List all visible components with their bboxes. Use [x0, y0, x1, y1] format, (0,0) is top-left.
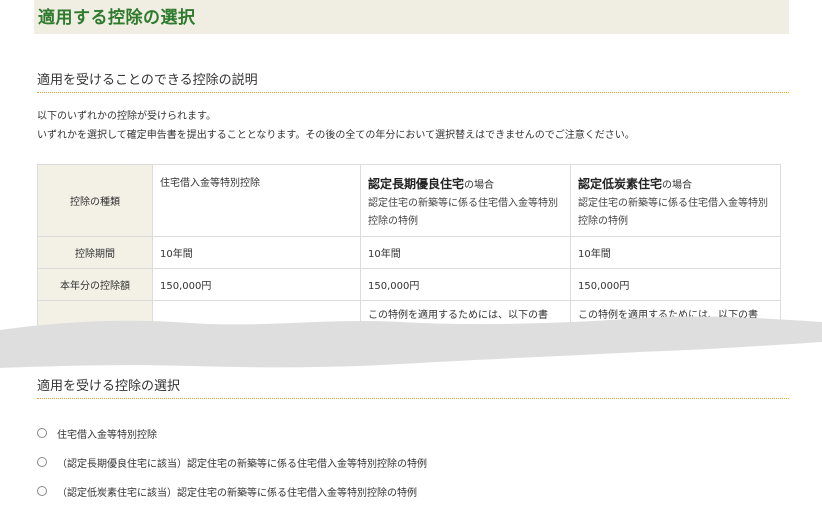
- row-label-type: 控除の種類: [37, 164, 153, 237]
- col1-name-cell: 住宅借入金等特別控除: [152, 164, 361, 237]
- col3-period: 10年間: [570, 236, 781, 269]
- radio-label: 住宅借入金等特別控除: [57, 429, 157, 441]
- selection-divider: [37, 398, 789, 399]
- col3-name-strong: 認定低炭素住宅: [578, 177, 663, 191]
- radio-option-long-term-quality[interactable]: （認定長期優良住宅に該当）認定住宅の新築等に係る住宅借入金等特別控除の特例: [37, 453, 427, 471]
- explanation-divider: [37, 92, 789, 93]
- selection-heading: 適用を受ける控除の選択: [37, 379, 181, 394]
- col1-note: [152, 300, 361, 341]
- col3-name-suffix: の場合: [662, 180, 693, 191]
- page-title: 適用する控除の選択: [38, 8, 196, 28]
- col2-note: この特例を適用するためには、以下の書: [368, 310, 548, 321]
- col1-period: 10年間: [152, 236, 361, 269]
- col2-note-cell: この特例を適用するためには、以下の書: [360, 300, 571, 341]
- radio-label: （認定長期優良住宅に該当）認定住宅の新築等に係る住宅借入金等特別控除の特例: [57, 458, 427, 470]
- table-row-type: 控除の種類 住宅借入金等特別控除 認定長期優良住宅の場合 認定住宅の新築等に係る…: [37, 164, 781, 237]
- col2-period: 10年間: [360, 236, 571, 269]
- radio-button[interactable]: [37, 486, 47, 496]
- intro-line-1: 以下のいずれかの控除が受けられます。: [37, 111, 216, 122]
- page-title-bar: 適用する控除の選択: [34, 0, 789, 34]
- explanation-heading: 適用を受けることのできる控除の説明: [37, 73, 258, 88]
- col3-name-cell: 認定低炭素住宅の場合 認定住宅の新築等に係る住宅借入金等特別控除の特例: [570, 164, 781, 237]
- intro-line-2: いずれかを選択して確定申告書を提出することとなります。その後の全ての年分において…: [37, 130, 635, 141]
- col3-description: 認定住宅の新築等に係る住宅借入金等特別控除の特例: [578, 198, 768, 227]
- table-row-amount: 本年分の控除額 150,000円 150,000円 150,000円: [37, 268, 781, 301]
- col3-title: 認定低炭素住宅の場合: [578, 175, 773, 195]
- table-row-note: この特例を適用するためには、以下の書 この特例を適用するためには、以下の書: [37, 300, 781, 341]
- radio-label: （認定低炭素住宅に該当）認定住宅の新築等に係る住宅借入金等特別控除の特例: [57, 487, 417, 499]
- col3-note: この特例を適用するためには、以下の書: [578, 310, 758, 321]
- row-label-note: [37, 300, 153, 341]
- radio-button[interactable]: [37, 428, 47, 438]
- row-label-period: 控除期間: [37, 236, 153, 269]
- table-row-period: 控除期間 10年間 10年間 10年間: [37, 236, 781, 269]
- radio-button[interactable]: [37, 457, 47, 467]
- col2-name-strong: 認定長期優良住宅: [368, 177, 465, 191]
- row-label-amount: 本年分の控除額: [37, 268, 153, 301]
- radio-option-low-carbon[interactable]: （認定低炭素住宅に該当）認定住宅の新築等に係る住宅借入金等特別控除の特例: [37, 482, 417, 500]
- col2-amount: 150,000円: [360, 268, 571, 301]
- col3-note-cell: この特例を適用するためには、以下の書: [570, 300, 781, 341]
- col3-amount: 150,000円: [570, 268, 781, 301]
- col1-amount: 150,000円: [152, 268, 361, 301]
- col2-description: 認定住宅の新築等に係る住宅借入金等特別控除の特例: [368, 198, 558, 227]
- col2-title: 認定長期優良住宅の場合: [368, 175, 563, 195]
- intro-text: 以下のいずれかの控除が受けられます。 いずれかを選択して確定申告書を提出すること…: [37, 107, 635, 145]
- col2-name-cell: 認定長期優良住宅の場合 認定住宅の新築等に係る住宅借入金等特別控除の特例: [360, 164, 571, 237]
- col1-name: 住宅借入金等特別控除: [160, 178, 260, 189]
- deduction-table: 控除の種類 住宅借入金等特別控除 認定長期優良住宅の場合 認定住宅の新築等に係る…: [37, 164, 781, 341]
- radio-option-housing-loan[interactable]: 住宅借入金等特別控除: [37, 424, 157, 442]
- col2-name-suffix: の場合: [464, 180, 495, 191]
